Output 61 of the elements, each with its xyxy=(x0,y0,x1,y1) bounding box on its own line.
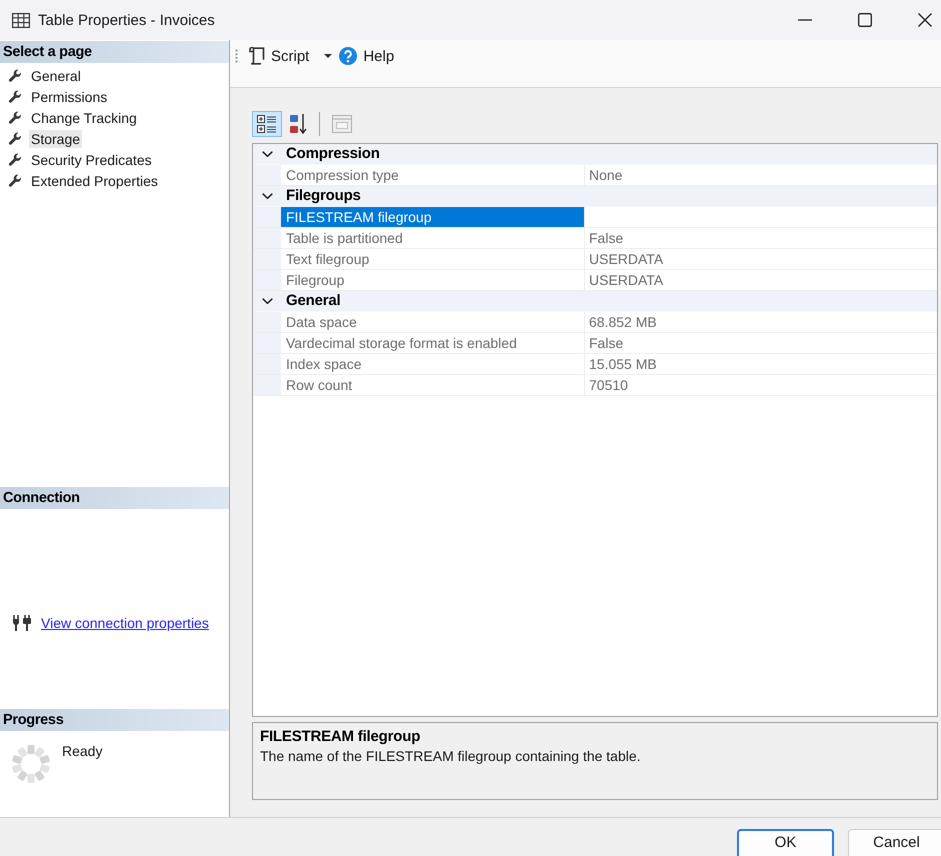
maximize-icon[interactable] xyxy=(858,13,872,27)
status-text: Ready xyxy=(62,743,102,759)
window-title: Table Properties - Invoices xyxy=(38,12,215,28)
wrench-icon xyxy=(8,68,22,82)
help-icon xyxy=(339,47,358,65)
property-value: 70510 xyxy=(588,376,629,395)
sort-icon xyxy=(290,114,307,134)
page-link[interactable]: Extended Properties xyxy=(29,172,160,190)
property-value: USERDATA xyxy=(588,250,664,269)
wrench-icon xyxy=(8,90,22,104)
property-name[interactable]: Text filegroup xyxy=(281,249,585,269)
categorized-view-button[interactable] xyxy=(252,111,282,137)
description-text: The name of the FILESTREAM filegroup containing the table. xyxy=(260,747,642,766)
cancel-button[interactable]: Cancel xyxy=(848,829,941,856)
script-icon xyxy=(249,47,265,65)
property-value: None xyxy=(588,166,624,185)
property-value: 15.055 MB xyxy=(588,355,658,374)
property-name[interactable]: Data space xyxy=(281,312,585,332)
property-value: USERDATA xyxy=(588,271,664,290)
caret-icon xyxy=(324,54,332,58)
page-link[interactable]: Change Tracking xyxy=(29,108,139,126)
help-button[interactable]: Help xyxy=(337,45,396,67)
chevron-icon[interactable] xyxy=(262,193,272,199)
window-icon xyxy=(332,115,352,133)
page-link[interactable]: General xyxy=(29,66,83,84)
table-icon xyxy=(12,12,30,28)
page-link[interactable]: Security Predicates xyxy=(29,150,154,168)
property-name[interactable]: Filegroup xyxy=(281,270,585,290)
property-name[interactable]: FILESTREAM filegroup xyxy=(281,207,585,227)
section-header: Select a page xyxy=(0,41,229,63)
category-label: Filegroups xyxy=(285,186,361,206)
property-value: False xyxy=(588,334,624,353)
plug-icon xyxy=(12,615,32,631)
property-name[interactable]: Table is partitioned xyxy=(281,228,585,248)
category-label: General xyxy=(285,291,340,311)
script-button[interactable]: Script xyxy=(247,45,338,67)
description-title: FILESTREAM filegroup xyxy=(260,728,422,746)
property-value: 68.852 MB xyxy=(588,313,658,332)
property-value: False xyxy=(588,229,624,248)
wrench-icon xyxy=(8,152,22,166)
close-icon[interactable] xyxy=(918,13,932,27)
property-name[interactable]: Compression type xyxy=(281,165,585,185)
chevron-icon[interactable] xyxy=(262,151,272,157)
property-name[interactable]: Vardecimal storage format is enabled xyxy=(281,333,585,353)
connection-link[interactable]: View connection properties xyxy=(41,615,209,631)
chevron-icon[interactable] xyxy=(262,298,272,304)
ok-button[interactable]: OK xyxy=(737,829,834,856)
section-header: Progress xyxy=(0,709,229,731)
category-list-icon xyxy=(257,115,277,133)
grip-icon xyxy=(235,49,238,63)
wrench-icon xyxy=(8,174,22,188)
category-label: Compression xyxy=(285,144,380,164)
property-name[interactable]: Row count xyxy=(281,375,585,395)
wrench-icon xyxy=(8,132,22,146)
minimize-icon[interactable] xyxy=(798,19,812,21)
wrench-icon xyxy=(8,110,22,124)
page-link[interactable]: Storage xyxy=(29,130,82,148)
page-link[interactable]: Permissions xyxy=(29,88,110,106)
section-header: Connection xyxy=(0,487,229,509)
property-name[interactable]: Index space xyxy=(281,354,585,374)
spinner-icon xyxy=(12,745,50,783)
